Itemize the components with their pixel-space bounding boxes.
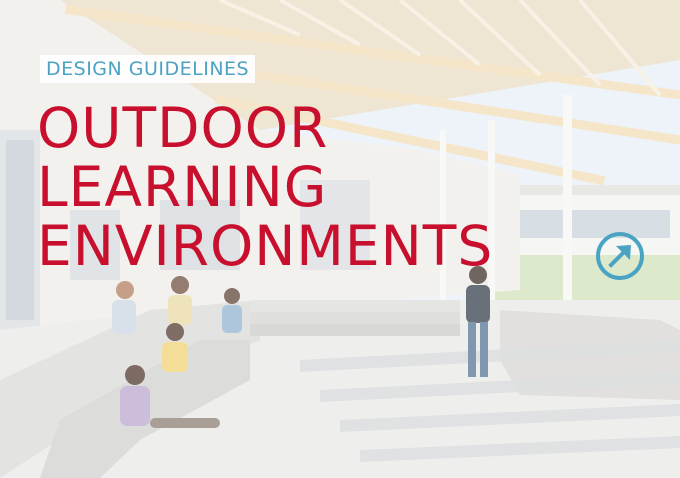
title-line-2: LEARNING [37, 155, 328, 219]
title-line-1: OUTDOOR [37, 96, 329, 160]
arrow-up-right-circle-icon[interactable] [594, 230, 646, 282]
eyebrow-label: DESIGN GUIDELINES [40, 55, 256, 83]
title-line-3: ENVIRONMENTS [37, 214, 494, 278]
hero-banner: DESIGN GUIDELINES OUTDOOR LEARNING ENVIR… [0, 0, 680, 478]
